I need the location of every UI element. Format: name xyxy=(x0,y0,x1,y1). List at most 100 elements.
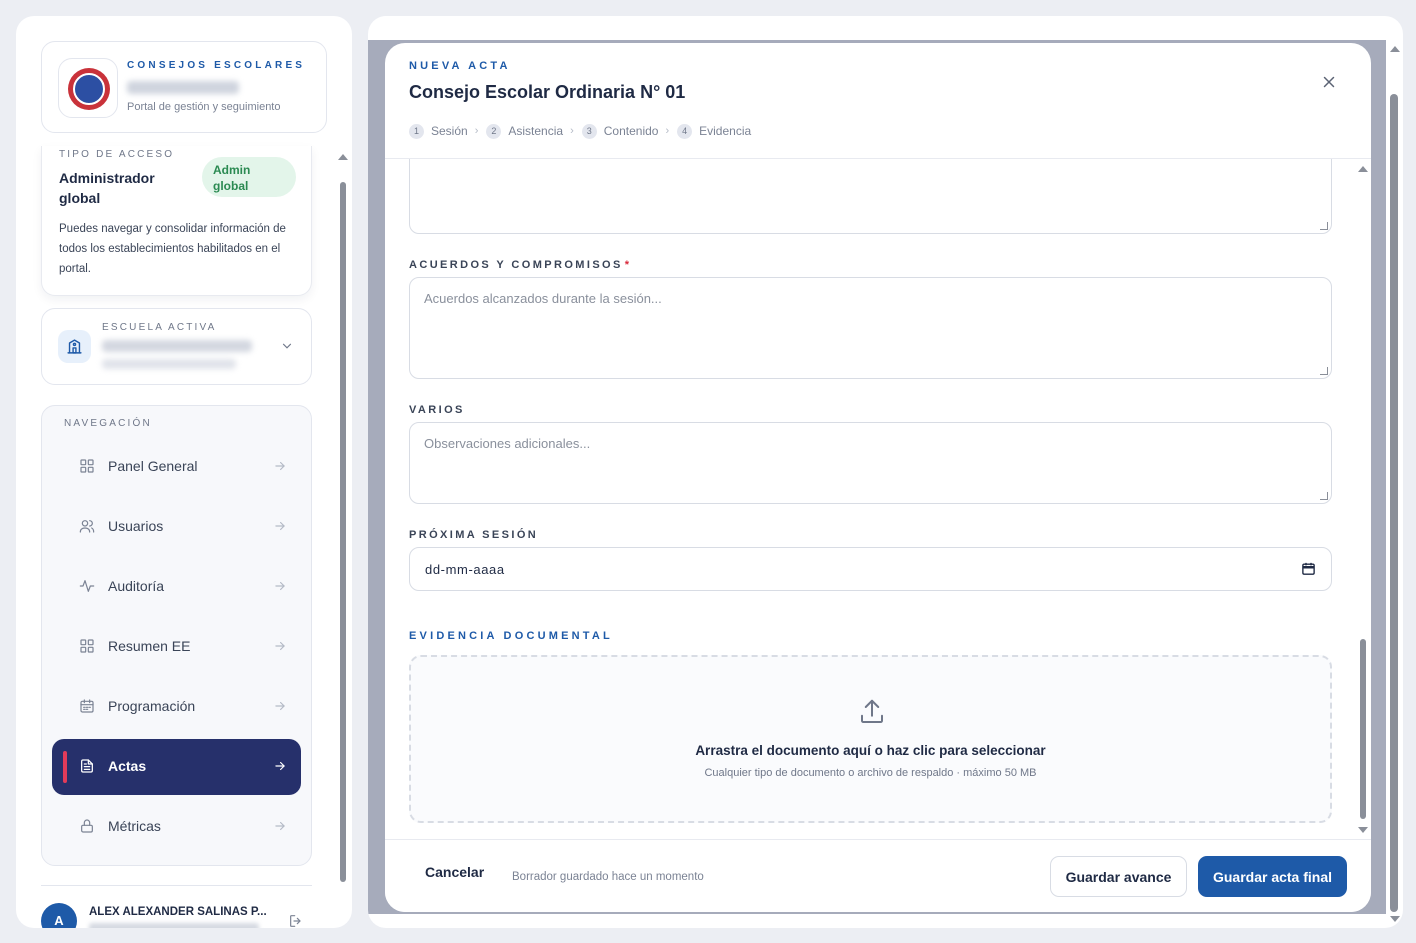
arrow-right-icon xyxy=(273,519,287,538)
step-sesion[interactable]: 1 Sesión › xyxy=(409,123,486,139)
step-contenido[interactable]: 3 Contenido › xyxy=(581,123,677,139)
step-number: 1 xyxy=(409,123,424,139)
chevron-right-icon: › xyxy=(474,125,479,137)
access-role: Administrador global xyxy=(59,170,155,206)
active-indicator xyxy=(63,751,67,783)
sidebar: CONSEJOS ESCOLARES Portal de gestión y s… xyxy=(16,16,352,928)
user-email-redacted xyxy=(89,923,259,928)
dropzone-hint: Cualquier tipo de documento o archivo de… xyxy=(704,767,1037,779)
access-description: Puedes navegar y consolidar información … xyxy=(59,223,286,275)
nav-item-actas[interactable]: Actas xyxy=(52,739,301,795)
arrow-right-icon xyxy=(273,459,287,478)
user-name: ALEX ALEXANDER SALINAS P... xyxy=(89,906,267,918)
modal-scrollbar[interactable] xyxy=(1357,159,1369,839)
nav-item-label: Métricas xyxy=(108,818,161,834)
nav-item-label: Resumen EE xyxy=(108,638,191,654)
dropzone-title: Arrastra el documento aquí o haz clic pa… xyxy=(695,743,1046,758)
divider xyxy=(41,885,312,886)
nav-item-panel-general[interactable]: Panel General xyxy=(52,439,301,495)
nav-item-usuarios[interactable]: Usuarios xyxy=(52,499,301,555)
calendar-icon xyxy=(79,698,97,716)
step-number: 2 xyxy=(486,123,502,139)
nav-item-auditoria[interactable]: Auditoría xyxy=(52,559,301,615)
school-detail-redacted xyxy=(102,359,236,369)
nav-item-label: Programación xyxy=(108,698,196,714)
step-evidencia[interactable]: 4 Evidencia xyxy=(677,123,752,139)
lock-icon xyxy=(79,818,97,836)
date-value: dd-mm-aaaa xyxy=(425,562,505,577)
access-kicker: TIPO DE ACCESO xyxy=(59,149,175,160)
draft-status: Borrador guardado hace un momento xyxy=(512,871,704,883)
agreements-label: ACUERDOS Y COMPROMISOS * xyxy=(409,259,632,271)
agreements-textarea[interactable]: Acuerdos alcanzados durante la sesión... xyxy=(409,277,1332,379)
logout-icon[interactable] xyxy=(288,913,304,928)
step-number: 3 xyxy=(581,123,597,139)
grid-icon xyxy=(79,458,97,476)
evidence-kicker: EVIDENCIA DOCUMENTAL xyxy=(409,630,613,642)
arrow-right-icon xyxy=(273,699,287,718)
nav-item-metricas[interactable]: Métricas xyxy=(52,799,301,855)
sidebar-scrollbar[interactable] xyxy=(338,154,348,928)
school-selector[interactable]: ESCUELA ACTIVA xyxy=(41,308,312,385)
next-session-label: PRÓXIMA SESIÓN xyxy=(409,529,539,541)
chevron-down-icon[interactable] xyxy=(280,339,294,358)
cancel-button[interactable]: Cancelar xyxy=(409,854,500,890)
avatar: A xyxy=(41,903,77,928)
misc-label: VARIOS xyxy=(409,404,465,416)
arrow-right-icon xyxy=(273,759,287,778)
document-icon xyxy=(79,758,97,776)
step-number: 4 xyxy=(677,123,693,139)
modal-kicker: NUEVA ACTA xyxy=(409,60,511,72)
activity-icon xyxy=(79,578,97,596)
brand-logo xyxy=(58,58,118,118)
school-kicker: ESCUELA ACTIVA xyxy=(102,322,217,333)
nav-item-label: Auditoría xyxy=(108,578,165,594)
previous-textarea[interactable] xyxy=(409,159,1332,234)
step-asistencia[interactable]: 2 Asistencia › xyxy=(486,123,581,139)
brand-name-redacted xyxy=(127,81,239,94)
step-label: Evidencia xyxy=(699,124,752,138)
misc-textarea[interactable]: Observaciones adicionales... xyxy=(409,422,1332,504)
nav-item-label: Actas xyxy=(108,758,147,774)
step-label: Asistencia xyxy=(508,124,564,138)
save-progress-button[interactable]: Guardar avance xyxy=(1050,856,1187,897)
access-card: TIPO DE ACCESO Administrador global Admi… xyxy=(41,146,312,296)
nav-item-programacion[interactable]: Programación xyxy=(52,679,301,735)
nav-kicker: NAVEGACIÓN xyxy=(64,418,152,429)
evidence-dropzone[interactable]: Arrastra el documento aquí o haz clic pa… xyxy=(409,655,1332,823)
navigation: NAVEGACIÓN Panel General Usuarios Audito… xyxy=(41,405,312,866)
required-mark: * xyxy=(624,259,632,271)
modal-title: Consejo Escolar Ordinaria N° 01 xyxy=(409,82,686,102)
main-pane: NUEVA ACTA Consejo Escolar Ordinaria N° … xyxy=(368,16,1403,928)
modal-footer: Cancelar Borrador guardado hace un momen… xyxy=(385,840,1371,912)
close-icon[interactable] xyxy=(1320,73,1338,96)
chevron-right-icon: › xyxy=(665,125,670,137)
brand-subtitle: Portal de gestión y seguimiento xyxy=(127,101,281,113)
school-name-redacted xyxy=(102,340,252,352)
arrow-right-icon xyxy=(273,639,287,658)
agreements-placeholder: Acuerdos alcanzados durante la sesión... xyxy=(424,291,662,306)
school-icon xyxy=(58,330,91,363)
calendar-icon[interactable] xyxy=(1301,561,1316,581)
access-badge: Admin global xyxy=(202,157,296,197)
arrow-right-icon xyxy=(273,819,287,838)
modal-body: ACUERDOS Y COMPROMISOS * Acuerdos alcanza… xyxy=(385,159,1371,839)
grid-icon xyxy=(79,638,97,656)
page-scrollbar[interactable] xyxy=(1386,40,1403,928)
next-session-date-input[interactable]: dd-mm-aaaa xyxy=(409,547,1332,591)
step-label: Sesión xyxy=(431,124,468,138)
upload-icon xyxy=(857,697,887,732)
stepper: 1 Sesión › 2 Asistencia › 3 Contenido › 4 Evide… xyxy=(409,123,751,139)
misc-placeholder: Observaciones adicionales... xyxy=(424,436,591,451)
nav-item-label: Usuarios xyxy=(108,518,164,534)
step-label: Contenido xyxy=(603,124,659,138)
new-acta-modal: NUEVA ACTA Consejo Escolar Ordinaria N° … xyxy=(385,43,1371,912)
brand-kicker: CONSEJOS ESCOLARES xyxy=(127,60,306,71)
nav-item-resumen-ee[interactable]: Resumen EE xyxy=(52,619,301,675)
nav-item-label: Panel General xyxy=(108,458,198,474)
brand-card: CONSEJOS ESCOLARES Portal de gestión y s… xyxy=(41,41,327,133)
chevron-right-icon: › xyxy=(570,125,574,137)
arrow-right-icon xyxy=(273,579,287,598)
users-icon xyxy=(79,518,97,536)
save-final-button[interactable]: Guardar acta final xyxy=(1198,856,1347,897)
